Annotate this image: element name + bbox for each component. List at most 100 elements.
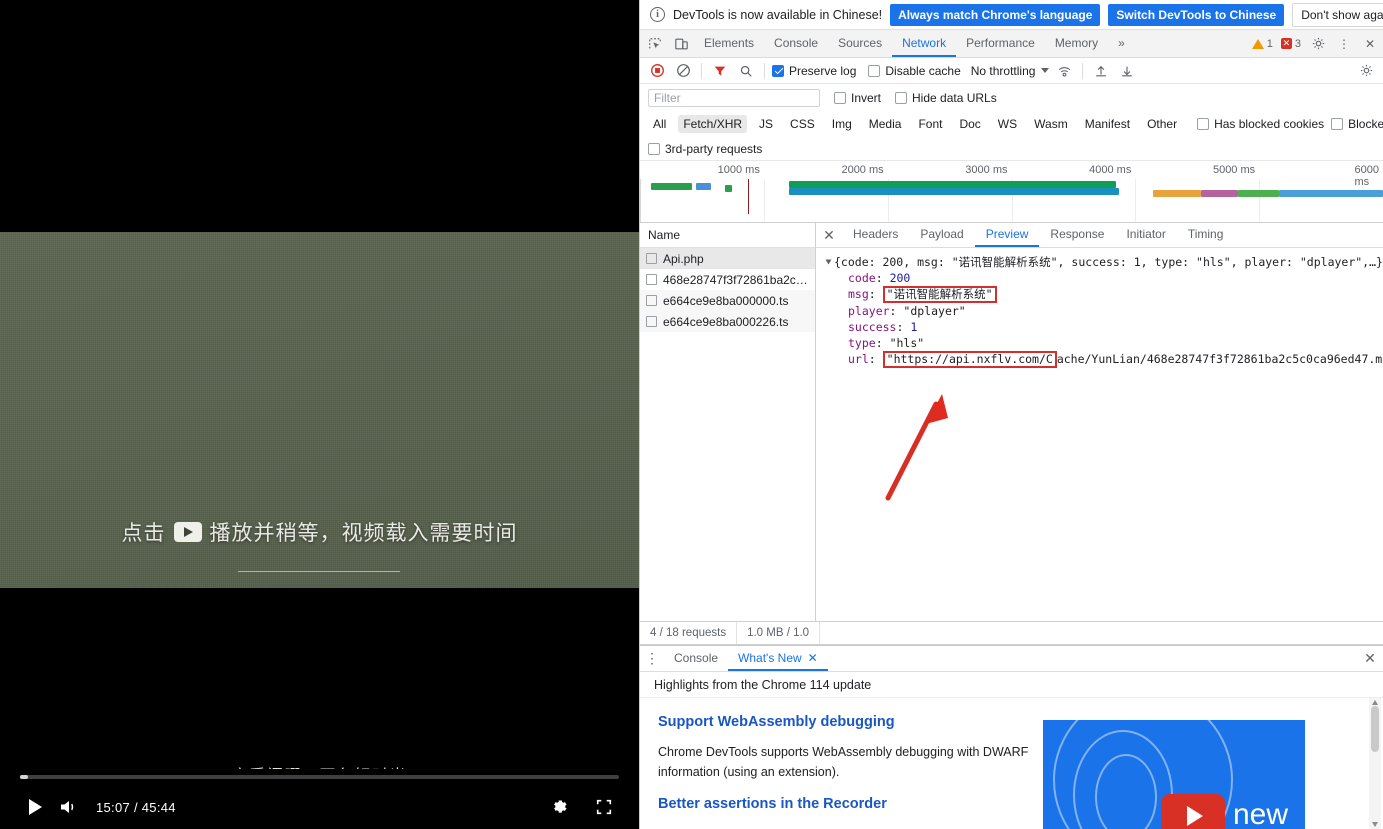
json-field-success: success: 1 <box>816 319 1383 335</box>
request-list-header[interactable]: Name <box>640 223 815 248</box>
row-checkbox[interactable] <box>646 316 657 327</box>
detail-tab-preview[interactable]: Preview <box>975 223 1040 247</box>
clear-button[interactable] <box>672 60 694 82</box>
filter-button[interactable] <box>709 60 731 82</box>
player-controls[interactable]: 15:07 / 45:44 <box>0 769 639 829</box>
export-har-button[interactable] <box>1116 60 1138 82</box>
video-overlay-title: 点击 播放并稍等，视频载入需要时间 <box>0 517 639 547</box>
devtools-close-button[interactable]: ✕ <box>1357 30 1383 57</box>
tab-console[interactable]: Console <box>764 30 828 57</box>
third-party-row: 3rd-party requests <box>640 137 1383 161</box>
network-conditions-button[interactable] <box>1053 60 1075 82</box>
json-summary-line[interactable]: {code: 200, msg: "诺讯智能解析系统", success: 1,… <box>816 254 1383 270</box>
devtools-menu-button[interactable]: ⋮ <box>1331 30 1357 57</box>
import-har-button[interactable] <box>1090 60 1112 82</box>
warning-badge[interactable]: 1 <box>1248 30 1277 57</box>
detail-tab-initiator[interactable]: Initiator <box>1115 223 1176 247</box>
network-settings-button[interactable] <box>1355 60 1377 82</box>
table-row[interactable]: Api.php <box>640 248 815 269</box>
drawer-menu-button[interactable]: ⋮ <box>640 646 664 671</box>
always-match-language-button[interactable]: Always match Chrome's language <box>890 4 1100 26</box>
scroll-up-icon[interactable] <box>1372 700 1378 705</box>
type-filter-media[interactable]: Media <box>864 115 907 133</box>
table-row[interactable]: 468e28747f3f72861ba2c5... <box>640 269 815 290</box>
drawer-tab-console[interactable]: Console <box>664 646 728 671</box>
video-frame[interactable]: 点击 播放并稍等，视频载入需要时间 享受闲暇，不负好时光 <box>0 232 639 588</box>
video-player[interactable]: 点击 播放并稍等，视频载入需要时间 享受闲暇，不负好时光 15:07 / 45:… <box>0 0 639 829</box>
detail-tab-headers[interactable]: Headers <box>842 223 909 247</box>
gear-icon <box>551 798 569 816</box>
record-button[interactable] <box>646 60 668 82</box>
table-row[interactable]: e664ce9e8ba000226.ts <box>640 311 815 332</box>
type-filter-wasm[interactable]: Wasm <box>1029 115 1073 133</box>
throttling-dropdown[interactable]: No throttling <box>971 64 1050 78</box>
overview-request-bar <box>1279 190 1383 197</box>
filter-funnel-icon <box>713 64 727 78</box>
progress-bar[interactable] <box>20 775 619 779</box>
hide-data-urls-checkbox[interactable]: Hide data URLs <box>895 91 997 105</box>
scroll-down-icon[interactable] <box>1372 822 1378 827</box>
type-filter-img[interactable]: Img <box>827 115 857 133</box>
drawer-close-button[interactable]: ✕ <box>1357 646 1383 671</box>
inspect-element-button[interactable] <box>642 30 668 57</box>
preview-json-viewer[interactable]: {code: 200, msg: "诺讯智能解析系统", success: 1,… <box>816 248 1383 621</box>
overview-request-bar <box>789 181 1116 188</box>
overview-tick-label: 2000 ms <box>841 164 887 176</box>
table-row[interactable]: e664ce9e8ba000000.ts <box>640 290 815 311</box>
type-filter-fetch-xhr[interactable]: Fetch/XHR <box>678 115 747 133</box>
scrollbar-thumb[interactable] <box>1371 706 1379 752</box>
network-overview-timeline[interactable]: 1000 ms2000 ms3000 ms4000 ms5000 ms6000 … <box>640 161 1383 223</box>
detail-close-button[interactable]: ✕ <box>816 223 842 247</box>
drawer-tab-close-icon[interactable]: ✕ <box>808 651 818 665</box>
type-filter-doc[interactable]: Doc <box>954 115 985 133</box>
detail-tab-response[interactable]: Response <box>1039 223 1115 247</box>
blocked-requests-checkbox[interactable]: Blocked Requests <box>1331 117 1383 131</box>
third-party-requests-checkbox[interactable]: 3rd-party requests <box>648 142 762 156</box>
overview-left-edge <box>640 179 641 222</box>
detail-tab-payload[interactable]: Payload <box>909 223 974 247</box>
tab-elements[interactable]: Elements <box>694 30 764 57</box>
error-badge[interactable]: ✕ 3 <box>1277 30 1305 57</box>
more-tabs-button[interactable]: » <box>1108 30 1135 57</box>
json-key: url <box>848 352 869 366</box>
type-filter-js[interactable]: JS <box>754 115 778 133</box>
row-checkbox[interactable] <box>646 253 657 264</box>
drawer-scrollbar[interactable] <box>1369 698 1381 829</box>
row-checkbox[interactable] <box>646 274 657 285</box>
invert-checkbox[interactable]: Invert <box>834 91 881 105</box>
video-overlay-prefix: 点击 <box>122 517 166 547</box>
device-toolbar-button[interactable] <box>668 30 694 57</box>
invert-box <box>834 92 846 104</box>
play-button[interactable] <box>18 790 52 824</box>
dont-show-again-button[interactable]: Don't show again <box>1292 3 1383 27</box>
type-filter-ws[interactable]: WS <box>993 115 1022 133</box>
type-filter-css[interactable]: CSS <box>785 115 820 133</box>
tab-performance[interactable]: Performance <box>956 30 1045 57</box>
has-blocked-cookies-checkbox[interactable]: Has blocked cookies <box>1197 117 1324 131</box>
row-checkbox[interactable] <box>646 295 657 306</box>
disable-cache-checkbox[interactable]: Disable cache <box>868 64 960 78</box>
settings-button[interactable] <box>543 790 577 824</box>
detail-tab-timing[interactable]: Timing <box>1177 223 1235 247</box>
drawer-tab-whats-new[interactable]: What's New ✕ <box>728 646 828 671</box>
switch-devtools-chinese-button[interactable]: Switch DevTools to Chinese <box>1108 4 1284 26</box>
whats-new-thumbnail[interactable]: new <box>1043 720 1305 829</box>
preserve-log-checkbox[interactable]: Preserve log <box>772 64 856 78</box>
drawer-tab-console-label: Console <box>674 651 718 665</box>
type-filter-other[interactable]: Other <box>1142 115 1182 133</box>
type-filter-all[interactable]: All <box>648 115 671 133</box>
filter-input[interactable] <box>648 89 820 107</box>
expand-triangle-icon[interactable] <box>826 260 832 265</box>
search-button[interactable] <box>735 60 757 82</box>
devtools-settings-button[interactable] <box>1305 30 1331 57</box>
type-filter-row: All Fetch/XHR JS CSS Img Media Font Doc … <box>640 111 1383 137</box>
filter-row: Invert Hide data URLs <box>640 84 1383 111</box>
blocked-requests-label: Blocked Requests <box>1348 117 1383 131</box>
fullscreen-button[interactable] <box>587 790 621 824</box>
type-filter-manifest[interactable]: Manifest <box>1080 115 1135 133</box>
tab-network[interactable]: Network <box>892 30 956 57</box>
tab-memory[interactable]: Memory <box>1045 30 1108 57</box>
volume-button[interactable] <box>52 790 86 824</box>
type-filter-font[interactable]: Font <box>913 115 947 133</box>
tab-sources[interactable]: Sources <box>828 30 892 57</box>
